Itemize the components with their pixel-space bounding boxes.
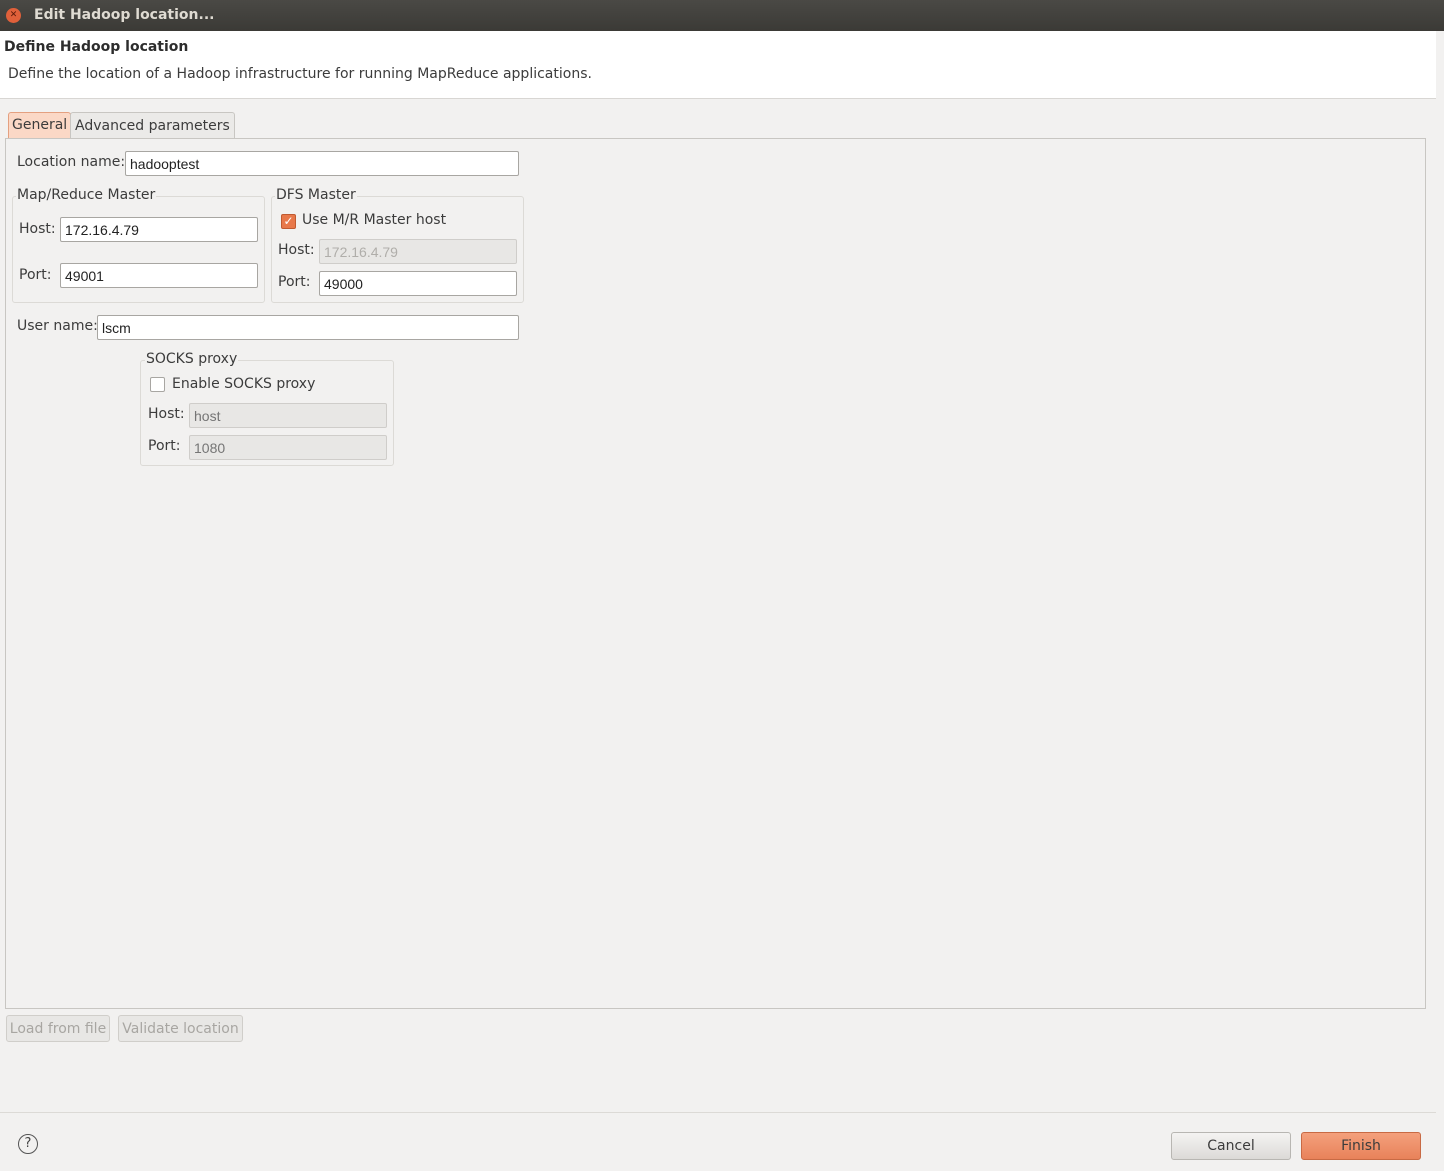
socks-host-input bbox=[189, 403, 387, 428]
use-mr-master-checkbox[interactable]: ✓ bbox=[281, 214, 296, 229]
enable-socks-label[interactable]: Enable SOCKS proxy bbox=[172, 376, 315, 392]
title-bar: ✕ Edit Hadoop location... bbox=[0, 0, 1444, 31]
dfs-host-input bbox=[319, 239, 517, 264]
cancel-button[interactable]: Cancel bbox=[1171, 1132, 1291, 1160]
user-name-input[interactable] bbox=[97, 315, 519, 340]
location-name-label: Location name: bbox=[17, 154, 126, 170]
close-icon[interactable]: ✕ bbox=[6, 8, 21, 23]
socks-port-input bbox=[189, 435, 387, 460]
dfs-host-label: Host: bbox=[278, 242, 315, 258]
enable-socks-checkbox[interactable] bbox=[150, 377, 165, 392]
footer-divider bbox=[0, 1112, 1436, 1113]
tab-general[interactable]: General bbox=[8, 112, 72, 138]
socks-host-label: Host: bbox=[148, 406, 185, 422]
wizard-header: Define Hadoop location Define the locati… bbox=[0, 31, 1436, 99]
user-name-label: User name: bbox=[17, 318, 98, 334]
dfs-port-input[interactable] bbox=[319, 271, 517, 296]
mr-master-title: Map/Reduce Master bbox=[16, 187, 157, 203]
socks-proxy-title: SOCKS proxy bbox=[145, 351, 239, 367]
validate-location-button[interactable]: Validate location bbox=[118, 1015, 243, 1042]
socks-port-label: Port: bbox=[148, 438, 181, 454]
load-from-file-button[interactable]: Load from file bbox=[6, 1015, 110, 1042]
mr-host-input[interactable] bbox=[60, 217, 258, 242]
window-title: Edit Hadoop location... bbox=[34, 7, 215, 23]
dfs-port-label: Port: bbox=[278, 274, 311, 290]
mr-port-input[interactable] bbox=[60, 263, 258, 288]
page-description: Define the location of a Hadoop infrastr… bbox=[8, 66, 592, 82]
page-title: Define Hadoop location bbox=[4, 39, 189, 55]
location-name-input[interactable] bbox=[125, 151, 519, 176]
finish-button[interactable]: Finish bbox=[1301, 1132, 1421, 1160]
tab-advanced-parameters[interactable]: Advanced parameters bbox=[70, 112, 235, 138]
dfs-master-title: DFS Master bbox=[275, 187, 357, 203]
help-icon[interactable]: ? bbox=[18, 1134, 38, 1154]
mr-host-label: Host: bbox=[19, 221, 56, 237]
mr-port-label: Port: bbox=[19, 267, 52, 283]
use-mr-master-label[interactable]: Use M/R Master host bbox=[302, 212, 446, 228]
